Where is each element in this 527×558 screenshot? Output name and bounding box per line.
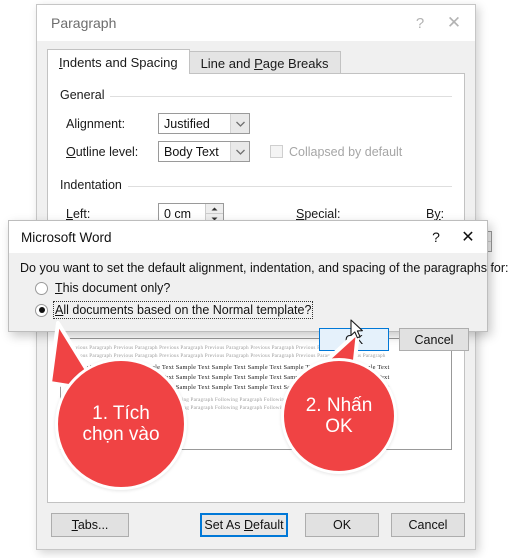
indentation-group-legend: Indentation [60,178,128,192]
callout-step-1-line-1: 1. Tích [92,402,150,424]
alignment-label: Alignment: [66,116,126,131]
cancel-button[interactable]: Cancel [391,513,465,537]
messagebox-question: Do you want to set the default alignment… [20,261,509,275]
outline-level-label: Outline level: [66,144,139,159]
callout-step-2-line-1: 2. Nhấn [305,394,373,416]
outline-level-value: Body Text [164,144,219,159]
dialog-button-row: Tabs... Set As Default OK Cancel [47,513,465,539]
radio-all-documents-normal-template[interactable]: All documents based on the Normal templa… [35,301,314,319]
tab-indents-and-spacing-label: ndents and Spacing [62,55,178,70]
callout-step-1-line-2: chọn vào [82,424,160,445]
close-icon[interactable]: ✕ [452,223,484,251]
alignment-row: Alignment: Justified [66,113,250,134]
general-group: General Alignment: Justified Outline lev… [60,88,452,170]
paragraph-dialog-title: Paragraph [51,15,117,31]
alignment-value: Justified [164,116,210,131]
by-label: By: [426,206,445,221]
chevron-down-icon[interactable] [230,142,249,161]
callout-step-2-line-2: OK [325,416,353,437]
radio-this-document-only[interactable]: This document only? [35,281,170,295]
special-label: Special: [296,206,341,221]
general-group-legend: General [60,88,111,102]
tabstrip: Indents and Spacing Line and Page Breaks [47,49,465,74]
alignment-combobox[interactable]: Justified [158,113,250,134]
help-question-icon[interactable]: ? [420,223,452,251]
messagebox-cancel-button[interactable]: Cancel [399,328,469,351]
spinner-up-icon[interactable] [206,204,223,213]
radio-selected-dot [38,307,45,313]
messagebox-titlebar: Microsoft Word ? ✕ [9,221,487,253]
close-icon[interactable]: ✕ [437,8,471,38]
messagebox-body: Do you want to set the default alignment… [9,253,509,351]
callout-step-1-bubble: 1. Tích chọn vào [55,358,187,490]
outline-level-combobox[interactable]: Body Text [158,141,250,162]
radio-button[interactable] [35,303,48,317]
microsoft-word-messagebox: Microsoft Word ? ✕ Do you want to set th… [8,220,509,351]
ok-button[interactable]: OK [305,513,379,537]
tab-indents-and-spacing[interactable]: Indents and Spacing [47,49,190,74]
tabs-button[interactable]: Tabs... [51,513,129,537]
indent-left-label: Left: [66,206,91,221]
collapsed-by-default-label: Collapsed by default [289,144,403,159]
radio-all-documents-label: All documents based on the Normal templa… [52,301,314,319]
messagebox-title: Microsoft Word [21,229,112,245]
help-question-icon[interactable]: ? [403,8,437,38]
radio-this-document-only-label: This document only? [55,281,171,295]
callout-step-2-bubble: 2. Nhấn OK [281,358,397,474]
outline-level-row: Outline level: Body Text Collapsed by de… [66,141,402,162]
tab-line-and-page-breaks[interactable]: Line and Page Breaks [188,51,341,74]
collapsed-by-default-checkbox[interactable]: Collapsed by default [270,145,402,159]
radio-button[interactable] [35,281,48,295]
chevron-down-icon[interactable] [230,114,249,133]
checkbox-box [270,145,283,158]
set-as-default-button[interactable]: Set As Default [200,513,288,537]
screen-root: Paragraph ? ✕ Indents and Spacing Line a… [0,0,527,558]
paragraph-dialog-titlebar: Paragraph ? ✕ [37,5,475,41]
general-group-rule [60,96,452,97]
